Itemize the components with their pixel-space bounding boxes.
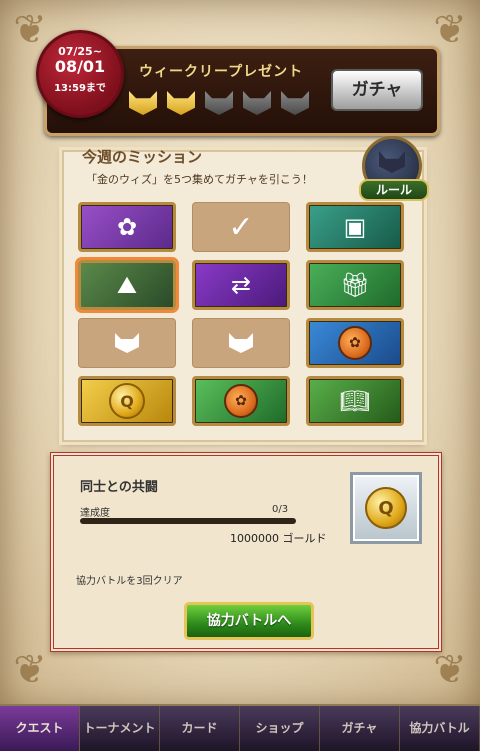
characters-icon: ✿: [116, 213, 138, 241]
mission-subtitle: 「金のウィズ」を5つ集めてガチャを引こう！: [86, 173, 313, 186]
mission-tile-cleared: [192, 318, 290, 368]
rule-button[interactable]: ルール: [359, 136, 429, 201]
progress-bar: [80, 518, 296, 524]
mission-description: 協力バトルを3回クリア: [76, 576, 183, 587]
nav-item[interactable]: ショップ: [240, 706, 320, 751]
mission-tile[interactable]: 🎁︎: [306, 260, 404, 310]
mission-title: 今週のミッション: [82, 148, 203, 166]
nav-item[interactable]: ガチャ: [320, 706, 400, 751]
mission-tile[interactable]: ⇄: [192, 260, 290, 310]
mission-tile-cleared: [78, 318, 176, 368]
rule-label: ルール: [359, 179, 429, 201]
cat-icon: [79, 319, 175, 367]
reward-icon-frame: Q: [350, 472, 422, 544]
gacha-button[interactable]: ガチャ: [331, 69, 423, 111]
empty-cat-icon: [243, 91, 271, 115]
empty-cat-icon: [281, 91, 309, 115]
mission-tile[interactable]: ▣: [306, 202, 404, 252]
mission-tile[interactable]: ✿: [192, 376, 290, 426]
check-icon: ✓: [228, 209, 254, 245]
gift-box-icon: 🎁︎: [339, 271, 371, 299]
nav-item[interactable]: クエスト: [0, 706, 80, 751]
mission-tile[interactable]: ✿: [78, 202, 176, 252]
coop-battle-button[interactable]: 協力バトルへ: [184, 602, 314, 640]
card-swap-icon: ⇄: [230, 271, 252, 299]
date-end: 08/01: [54, 57, 106, 76]
cat-icon: [193, 319, 289, 367]
paw-cat-icon: ✿: [309, 321, 401, 365]
bottom-nav: クエスト トーナメント カード ショップ ガチャ 協力バトル: [0, 704, 480, 751]
nav-item[interactable]: トーナメント: [80, 706, 160, 751]
cards-icon: ▣: [343, 213, 367, 241]
mission-tile[interactable]: 📖︎: [306, 376, 404, 426]
reward-text: 1000000 ゴールド: [230, 532, 327, 545]
mission-tile-cleared: ✓: [192, 202, 290, 252]
paw-cat-icon: ✿: [195, 379, 287, 423]
collected-cats: [129, 91, 309, 115]
mission-detail-panel: 同士との共闘 達成度 0/3 1000000 ゴールド Q 協力バトルを3回クリ…: [50, 452, 442, 652]
cat-icon: [379, 151, 405, 173]
nav-item[interactable]: 協力バトル: [400, 706, 480, 751]
mission-tile[interactable]: Q: [78, 376, 176, 426]
mission-detail-title: 同士との共闘: [80, 480, 158, 495]
landscape-icon: ⛰: [116, 271, 138, 299]
mission-tile-selected[interactable]: ⛰: [78, 260, 176, 310]
weekly-present-title: ウィークリープレゼント: [139, 64, 304, 80]
progress-count: 0/3: [272, 504, 289, 515]
empty-cat-icon: [205, 91, 233, 115]
progress-label: 達成度: [80, 508, 110, 519]
gold-coins-icon: Q: [81, 379, 173, 423]
mission-tile[interactable]: ✿: [306, 318, 404, 368]
gold-coin-icon: Q: [365, 487, 407, 529]
gold-cat-icon: [167, 91, 195, 115]
date-until: 13:59まで: [54, 83, 106, 94]
nav-item[interactable]: カード: [160, 706, 240, 751]
date-seal: 07/25~ 08/01 13:59まで: [36, 30, 124, 118]
gold-cat-icon: [129, 91, 157, 115]
book-icon: 📖︎: [339, 387, 371, 415]
